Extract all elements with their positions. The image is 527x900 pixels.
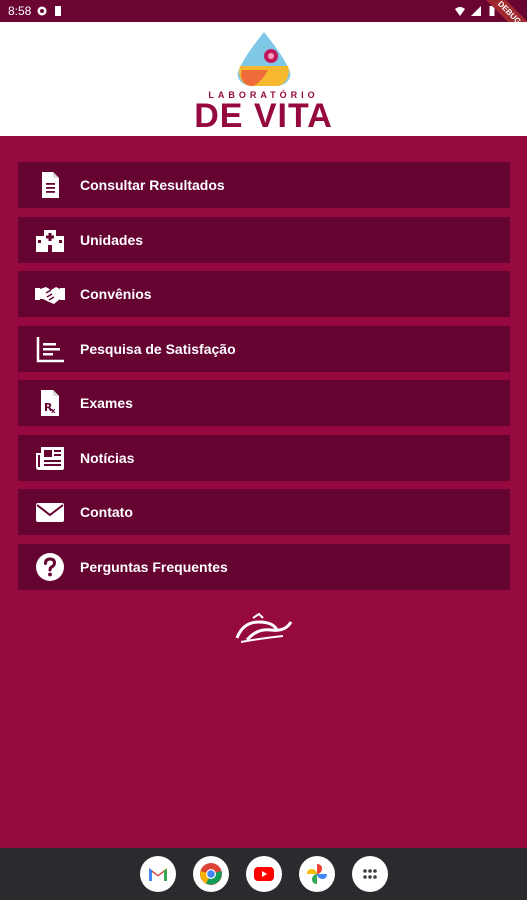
prescription-icon: Rx: [32, 385, 68, 421]
menu-item-label: Consultar Resultados: [80, 177, 225, 193]
handshake-icon: [32, 276, 68, 312]
status-bar: 8:58 DEBUG: [0, 0, 527, 47]
logo-title: DE VITA: [194, 97, 333, 135]
wifi-icon: [455, 7, 465, 16]
menu-item-label: Contato: [80, 504, 133, 520]
menu-item-label: Notícias: [80, 449, 135, 466]
youtube-icon[interactable]: [245, 856, 282, 892]
hospital-icon: [32, 222, 68, 258]
menu-item-label: Pesquisa de Satisfação: [80, 340, 236, 357]
photos-icon[interactable]: [298, 856, 335, 892]
newspaper-icon: [32, 440, 68, 476]
menu-item-label: Unidades: [80, 231, 144, 248]
app-dock: [0, 848, 527, 900]
envelope-icon: [32, 494, 68, 530]
chart-icon: [32, 331, 68, 367]
menu-item-convenios[interactable]: Convênios: [18, 271, 510, 317]
menu-item-pesquisa-satisfacao[interactable]: Pesquisa de Satisfação: [18, 325, 510, 372]
signal-icon: [471, 6, 481, 16]
status-time: 8:58: [8, 4, 32, 18]
svg-text:x: x: [51, 407, 56, 415]
chrome-icon[interactable]: [192, 856, 229, 892]
media-icon: [37, 6, 47, 16]
menu-item-label: Perguntas Frequentes: [80, 558, 228, 575]
document-icon: [32, 167, 68, 203]
lab-logo-icon: [237, 32, 290, 86]
gmail-icon[interactable]: [139, 856, 176, 892]
menu-item-consultar-resultados[interactable]: Consultar Resultados: [18, 162, 510, 208]
menu-item-noticias[interactable]: Notícias: [18, 434, 510, 481]
menu-item-exames[interactable]: Rx Exames: [18, 380, 510, 426]
menu-item-perguntas-frequentes[interactable]: Perguntas Frequentes: [18, 543, 510, 590]
developer-logo-icon: [235, 612, 293, 643]
app-header: LABORATÓRIO DE VITA: [0, 22, 527, 136]
menu-item-unidades[interactable]: Unidades: [18, 216, 510, 263]
sd-card-icon: [55, 6, 62, 16]
main-menu: Consultar Resultados Unidades Convênios …: [18, 162, 510, 598]
app-drawer-icon[interactable]: [351, 856, 388, 892]
menu-item-label: Exames: [80, 395, 133, 411]
status-left: 8:58: [8, 4, 63, 18]
menu-item-contato[interactable]: Contato: [18, 489, 510, 535]
question-icon: [32, 549, 68, 585]
menu-item-label: Convênios: [80, 286, 152, 302]
